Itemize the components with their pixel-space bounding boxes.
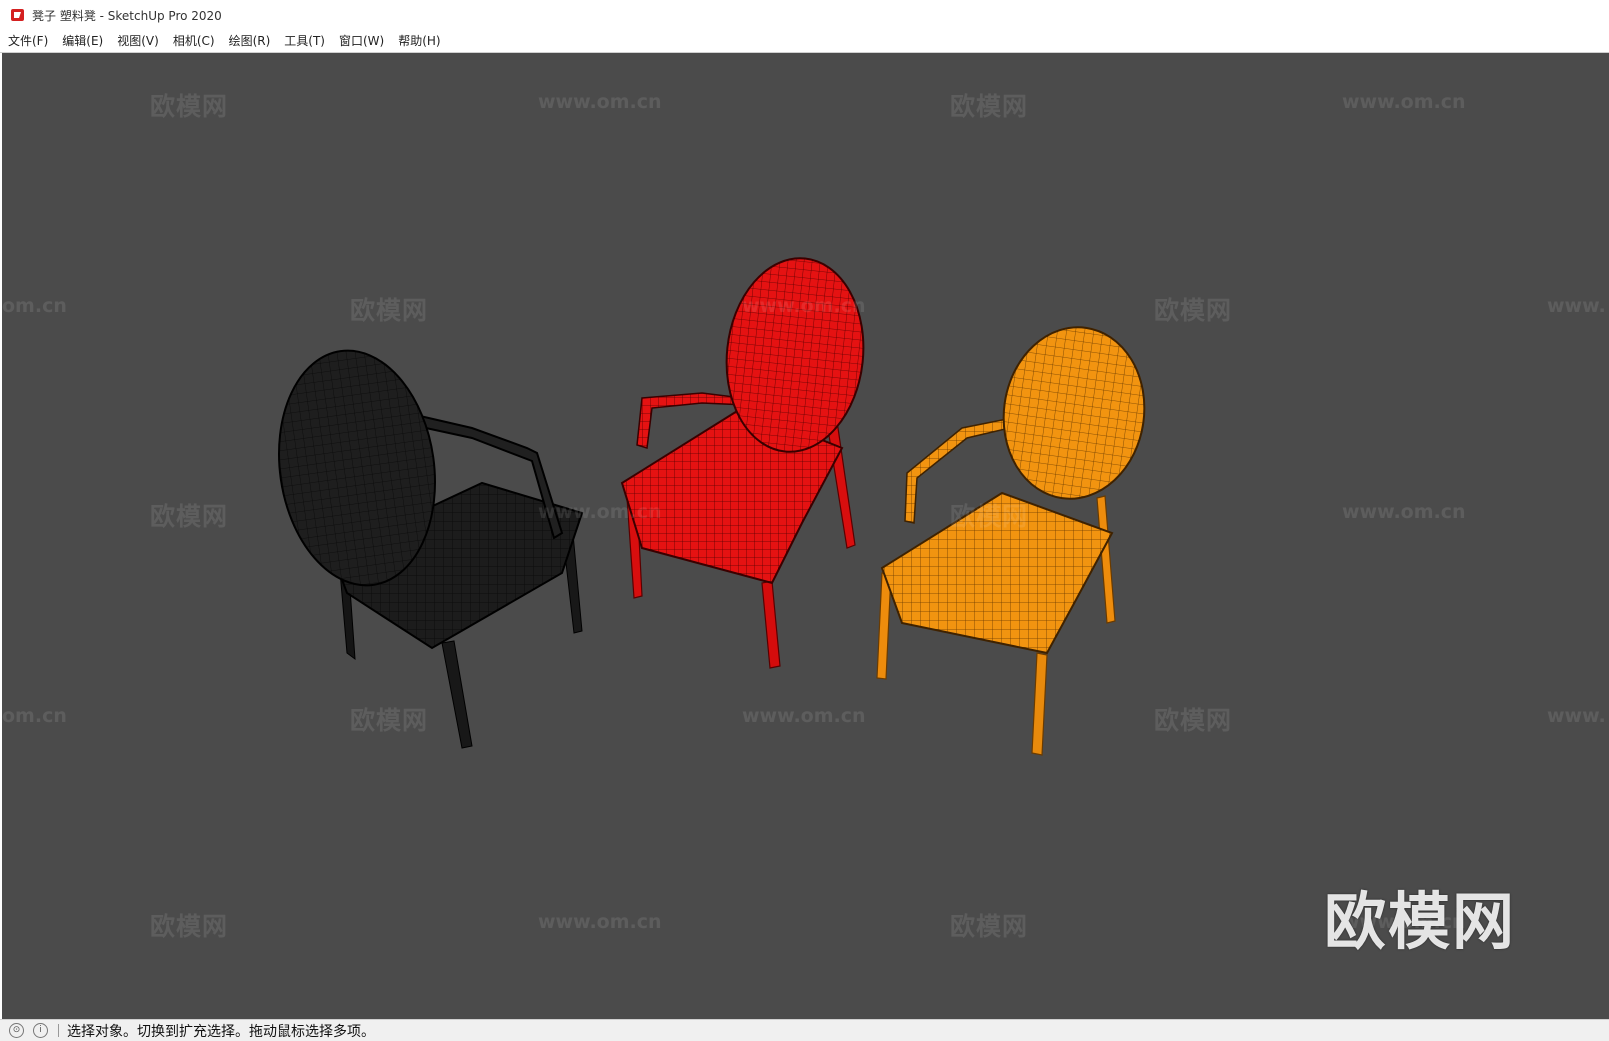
watermark: www.	[1547, 705, 1606, 727]
watermark: www.	[1547, 295, 1606, 317]
watermark: www.om.cn	[538, 501, 662, 523]
menu-help[interactable]: 帮助(H)	[391, 30, 447, 52]
watermark: 欧模网	[950, 92, 1029, 121]
info-icon[interactable]: i	[33, 1023, 48, 1038]
watermark: 欧模网	[1154, 706, 1233, 735]
watermark: www.om.cn	[742, 295, 866, 317]
watermark: 欧模网	[150, 912, 229, 941]
watermark: om.cn	[2, 295, 67, 317]
chair-black[interactable]	[264, 340, 584, 749]
chair-orange[interactable]	[876, 318, 1155, 756]
model-viewport[interactable]: 欧模网 www.om.cn 欧模网 www.om.cn om.cn 欧模网 ww…	[2, 53, 1609, 1019]
window-title: 凳子 塑料凳 - SketchUp Pro 2020	[32, 8, 222, 23]
geo-location-icon[interactable]: ⊙	[9, 1023, 24, 1038]
menu-file[interactable]: 文件(F)	[0, 30, 55, 52]
status-message: 选择对象。切换到扩充选择。拖动鼠标选择多项。	[67, 1023, 375, 1040]
watermark: 欧模网	[950, 912, 1029, 941]
watermark: 欧模网	[350, 706, 429, 735]
watermark: 欧模网	[350, 296, 429, 325]
status-divider	[58, 1024, 59, 1037]
menu-draw[interactable]: 绘图(R)	[222, 30, 278, 52]
watermark: www.om.cn	[1342, 501, 1466, 523]
watermark: 欧模网	[950, 502, 1029, 531]
sketchup-icon	[11, 9, 24, 21]
status-bar: ⊙ i 选择对象。切换到扩充选择。拖动鼠标选择多项。	[0, 1019, 1609, 1041]
brand-logo: 欧模网	[1324, 885, 1517, 958]
watermark: 欧模网	[150, 92, 229, 121]
title-bar: 凳子 塑料凳 - SketchUp Pro 2020	[0, 0, 1609, 30]
menu-tools[interactable]: 工具(T)	[277, 30, 332, 52]
menu-window[interactable]: 窗口(W)	[332, 30, 391, 52]
watermark: 欧模网	[1154, 296, 1233, 325]
watermark: www.om.cn	[1342, 91, 1466, 113]
menu-bar: 文件(F) 编辑(E) 视图(V) 相机(C) 绘图(R) 工具(T) 窗口(W…	[0, 30, 1609, 53]
watermark: www.om.cn	[538, 91, 662, 113]
menu-camera[interactable]: 相机(C)	[166, 30, 222, 52]
watermark: www.om.cn	[742, 705, 866, 727]
watermark: om.cn	[2, 705, 67, 727]
menu-view[interactable]: 视图(V)	[110, 30, 166, 52]
watermark: 欧模网	[150, 502, 229, 531]
watermark: www.om.cn	[538, 911, 662, 933]
menu-edit[interactable]: 编辑(E)	[55, 30, 110, 52]
